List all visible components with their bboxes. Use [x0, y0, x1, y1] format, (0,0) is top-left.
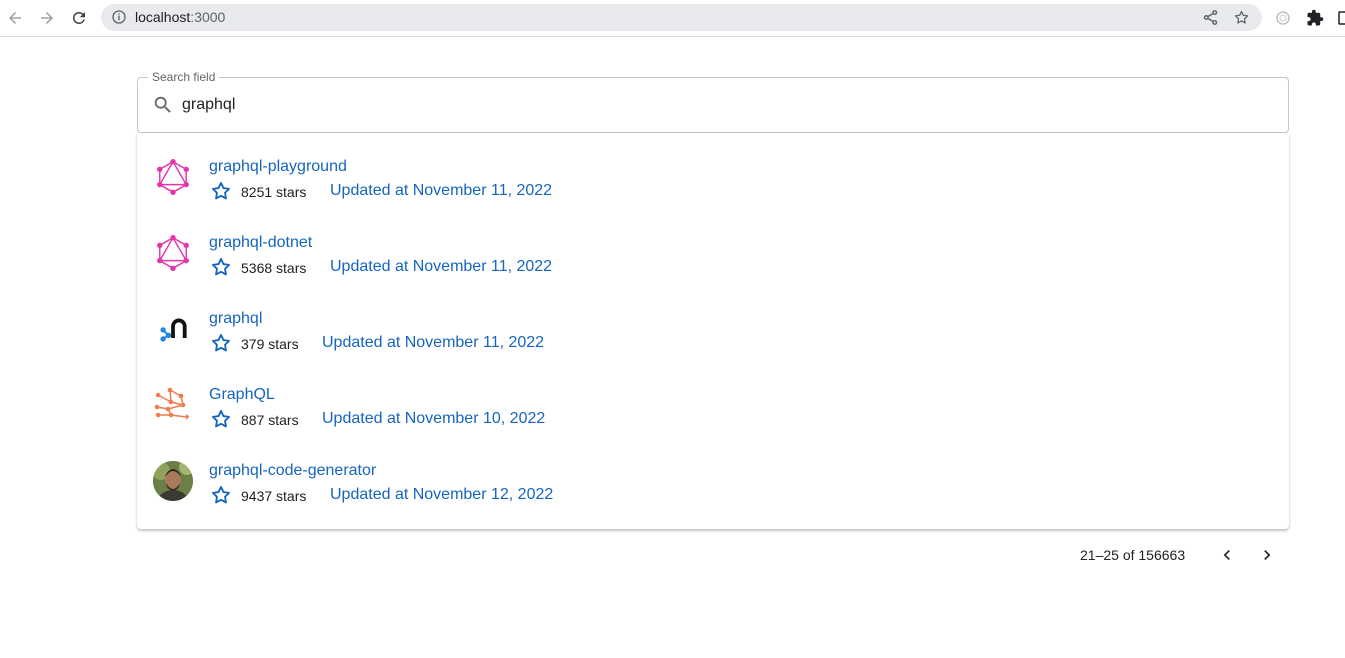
- reload-button[interactable]: [67, 6, 91, 30]
- back-arrow-icon: [9, 12, 21, 24]
- forward-button[interactable]: [35, 6, 59, 30]
- stars-count: 5368 stars: [241, 260, 307, 276]
- repo-name-link[interactable]: GraphQL: [209, 385, 275, 404]
- forward-arrow-icon: [41, 12, 53, 24]
- updated-date: Updated at November 11, 2022: [322, 334, 545, 351]
- network-graph-logo-icon: [153, 385, 193, 425]
- list-item[interactable]: graphql-playground 8251 stars Updated at…: [137, 133, 1289, 209]
- repo-name-link[interactable]: graphql-dotnet: [209, 233, 312, 252]
- graphql-logo-icon: [153, 233, 193, 273]
- extensions-puzzle-icon[interactable]: [1306, 9, 1324, 27]
- list-item[interactable]: graphql-dotnet 5368 stars Updated at Nov…: [137, 209, 1289, 285]
- url-port: :3000: [190, 9, 226, 25]
- browser-toolbar: localhost:3000: [0, 0, 1345, 37]
- search-field-label: Search field: [148, 70, 220, 84]
- sidebar-panel-icon[interactable]: [1336, 9, 1345, 27]
- search-field[interactable]: Search field: [137, 70, 1289, 133]
- user-avatar-photo: [153, 461, 193, 501]
- stars-count: 8251 stars: [241, 184, 307, 200]
- address-bar[interactable]: localhost:3000: [101, 4, 1262, 31]
- list-item[interactable]: graphql-code-generator 9437 stars Update…: [137, 437, 1289, 513]
- back-button[interactable]: [3, 6, 27, 30]
- graphql-logo-icon: [153, 157, 193, 197]
- star-icon: [212, 486, 230, 504]
- reload-icon: [73, 11, 85, 24]
- stars-count: 887 stars: [241, 412, 299, 428]
- stars-count: 379 stars: [241, 336, 299, 352]
- star-icon: [212, 182, 230, 200]
- url-text[interactable]: localhost:3000: [135, 9, 225, 26]
- repo-name-link[interactable]: graphql: [209, 309, 262, 328]
- nestjs-graphql-logo-icon: [153, 309, 193, 349]
- chevron-left-icon: [1223, 550, 1230, 560]
- bookmark-star-icon[interactable]: [1233, 9, 1250, 26]
- updated-date: Updated at November 10, 2022: [322, 410, 546, 427]
- chevron-right-icon: [1264, 550, 1271, 560]
- share-icon[interactable]: [1202, 9, 1219, 26]
- previous-page-button[interactable]: [1216, 544, 1238, 566]
- extension-circle-icon[interactable]: [1274, 9, 1292, 27]
- stars-count: 9437 stars: [241, 488, 307, 504]
- search-icon: [154, 96, 171, 113]
- star-icon: [212, 410, 230, 428]
- updated-date: Updated at November 11, 2022: [330, 182, 553, 199]
- repo-name-link[interactable]: graphql-playground: [209, 157, 347, 176]
- results-list: graphql-playground 8251 stars Updated at…: [137, 133, 1289, 529]
- updated-date: Updated at November 12, 2022: [330, 486, 554, 503]
- pagination-range: 21–25 of 156663: [1080, 547, 1186, 563]
- star-icon: [212, 334, 230, 352]
- info-icon[interactable]: [111, 9, 127, 25]
- list-item[interactable]: GraphQL 887 stars Updated at November 10…: [137, 361, 1289, 437]
- updated-date: Updated at November 11, 2022: [330, 258, 553, 275]
- star-icon: [212, 258, 230, 276]
- next-page-button[interactable]: [1256, 544, 1278, 566]
- url-host: localhost: [135, 9, 191, 25]
- list-item[interactable]: graphql 379 stars Updated at November 11…: [137, 285, 1289, 361]
- repo-name-link[interactable]: graphql-code-generator: [209, 461, 376, 480]
- search-input[interactable]: [182, 95, 1272, 115]
